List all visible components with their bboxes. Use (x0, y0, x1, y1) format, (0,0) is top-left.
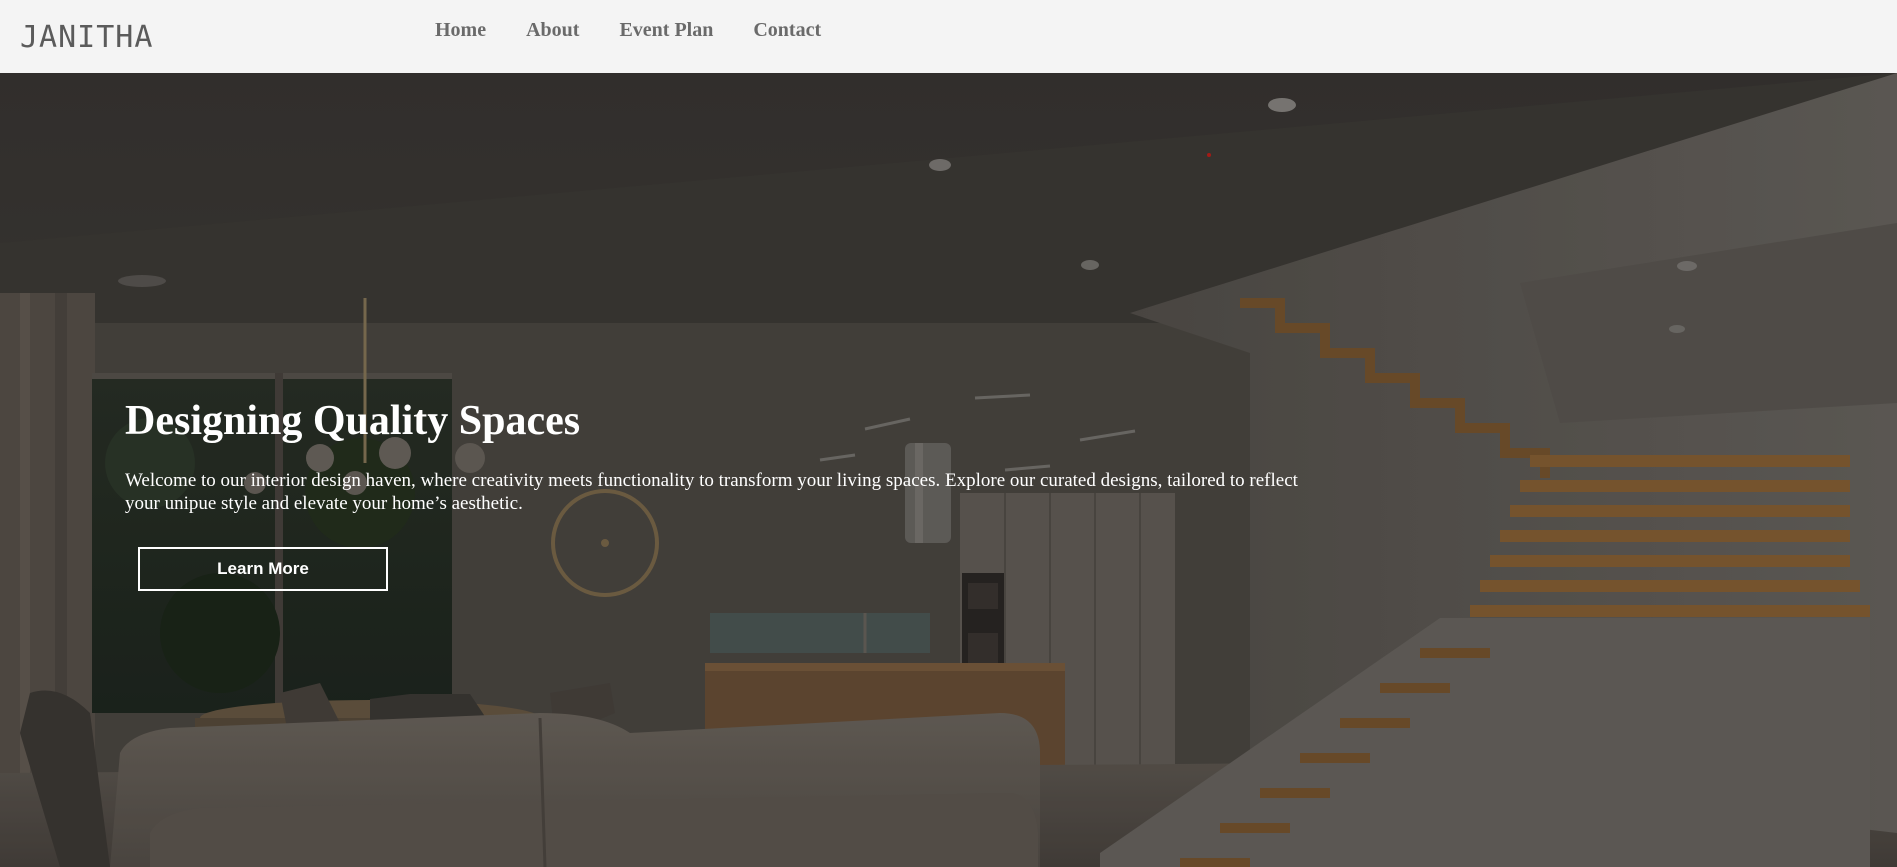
nav-link-home[interactable]: Home (435, 18, 486, 42)
nav-link-contact[interactable]: Contact (753, 18, 821, 42)
nav-link-about[interactable]: About (526, 18, 579, 42)
hero-section: Designing Quality Spaces Welcome to our … (0, 73, 1897, 867)
hero-description: Welcome to our interior design haven, wh… (125, 470, 1298, 514)
nav-link-event-plan[interactable]: Event Plan (619, 18, 713, 42)
hero-title: Designing Quality Spaces (125, 398, 581, 444)
main-nav: Home About Event Plan Contact (435, 18, 861, 42)
learn-more-button[interactable]: Learn More (138, 547, 388, 591)
top-navigation-bar: JANITHA Home About Event Plan Contact (0, 0, 1897, 73)
brand-logo[interactable]: JANITHA (20, 20, 153, 56)
